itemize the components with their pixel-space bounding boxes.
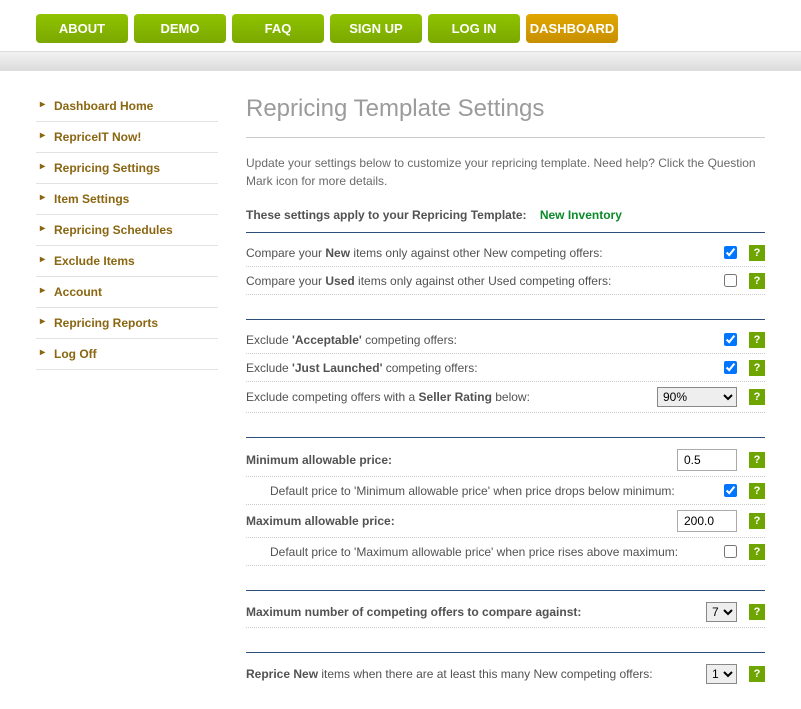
row-exclude-acceptable: Exclude 'Acceptable' competing offers: ? [246,326,765,354]
title-rule [246,137,765,138]
checkbox-exclude-just-launched[interactable] [724,361,737,374]
label-max-offers: Maximum number of competing offers to co… [246,605,706,619]
header-divider [0,51,801,71]
label-max-default: Default price to 'Maximum allowable pric… [246,545,724,559]
sidebar-item-exclude-items[interactable]: Exclude Items [36,246,218,277]
label-min-default: Default price to 'Minimum allowable pric… [246,484,724,498]
section-rule-2 [246,319,765,320]
row-exclude-just-launched: Exclude 'Just Launched' competing offers… [246,354,765,382]
select-reprice-new-count[interactable]: 1 [706,664,737,684]
sidebar-item-account[interactable]: Account [36,277,218,308]
sidebar-item-repricing-schedules[interactable]: Repricing Schedules [36,215,218,246]
checkbox-min-default[interactable] [724,484,737,497]
label-max-price: Maximum allowable price: [246,514,677,528]
help-icon[interactable]: ? [749,332,765,348]
template-prefix: These settings apply to your Repricing T… [246,208,527,222]
label-exclude-acceptable: Exclude 'Acceptable' competing offers: [246,333,724,347]
nav-signup[interactable]: SIGN UP [330,14,422,43]
help-icon[interactable]: ? [749,389,765,405]
checkbox-compare-new[interactable] [724,246,737,259]
section-rule-1 [246,232,765,233]
main-panel: Repricing Template Settings Update your … [246,91,765,689]
sidebar-item-dashboard-home[interactable]: Dashboard Home [36,91,218,122]
select-max-offers[interactable]: 7 [706,602,737,622]
help-icon[interactable]: ? [749,604,765,620]
select-seller-rating[interactable]: 90% [657,387,737,407]
section-rule-5 [246,652,765,653]
label-min-price: Minimum allowable price: [246,453,677,467]
row-min-price: Minimum allowable price: ? [246,444,765,477]
label-reprice-new: Reprice New items when there are at leas… [246,667,706,681]
section-rule-3 [246,437,765,438]
help-icon[interactable]: ? [749,666,765,682]
row-exclude-rating: Exclude competing offers with a Seller R… [246,382,765,413]
help-icon[interactable]: ? [749,245,765,261]
row-compare-new: Compare your New items only against othe… [246,239,765,267]
section-rule-4 [246,590,765,591]
help-icon[interactable]: ? [749,483,765,499]
row-min-default: Default price to 'Minimum allowable pric… [246,477,765,505]
help-icon[interactable]: ? [749,452,765,468]
checkbox-max-default[interactable] [724,545,737,558]
label-exclude-just-launched: Exclude 'Just Launched' competing offers… [246,361,724,375]
row-reprice-new: Reprice New items when there are at leas… [246,659,765,689]
row-compare-used: Compare your Used items only against oth… [246,267,765,295]
row-max-price: Maximum allowable price: ? [246,505,765,538]
help-icon[interactable]: ? [749,360,765,376]
sidebar: Dashboard Home RepriceIT Now! Repricing … [36,91,218,689]
help-icon[interactable]: ? [749,544,765,560]
sidebar-item-log-off[interactable]: Log Off [36,339,218,370]
checkbox-compare-used[interactable] [724,274,737,287]
row-max-default: Default price to 'Maximum allowable pric… [246,538,765,566]
label-compare-new: Compare your New items only against othe… [246,246,724,260]
intro-text: Update your settings below to customize … [246,154,765,190]
nav-about[interactable]: ABOUT [36,14,128,43]
template-line: These settings apply to your Repricing T… [246,208,765,222]
label-compare-used: Compare your Used items only against oth… [246,274,724,288]
checkbox-exclude-acceptable[interactable] [724,333,737,346]
row-max-offers: Maximum number of competing offers to co… [246,597,765,628]
help-icon[interactable]: ? [749,513,765,529]
input-min-price[interactable] [677,449,737,471]
template-name: New Inventory [540,208,622,222]
sidebar-item-repriceit-now[interactable]: RepriceIT Now! [36,122,218,153]
page-title: Repricing Template Settings [246,95,765,123]
top-nav: ABOUT DEMO FAQ SIGN UP LOG IN DASHBOARD [0,0,801,51]
nav-dashboard[interactable]: DASHBOARD [526,14,618,43]
sidebar-item-repricing-reports[interactable]: Repricing Reports [36,308,218,339]
input-max-price[interactable] [677,510,737,532]
nav-faq[interactable]: FAQ [232,14,324,43]
nav-login[interactable]: LOG IN [428,14,520,43]
label-exclude-rating: Exclude competing offers with a Seller R… [246,390,657,404]
help-icon[interactable]: ? [749,273,765,289]
nav-demo[interactable]: DEMO [134,14,226,43]
sidebar-item-repricing-settings[interactable]: Repricing Settings [36,153,218,184]
sidebar-item-item-settings[interactable]: Item Settings [36,184,218,215]
